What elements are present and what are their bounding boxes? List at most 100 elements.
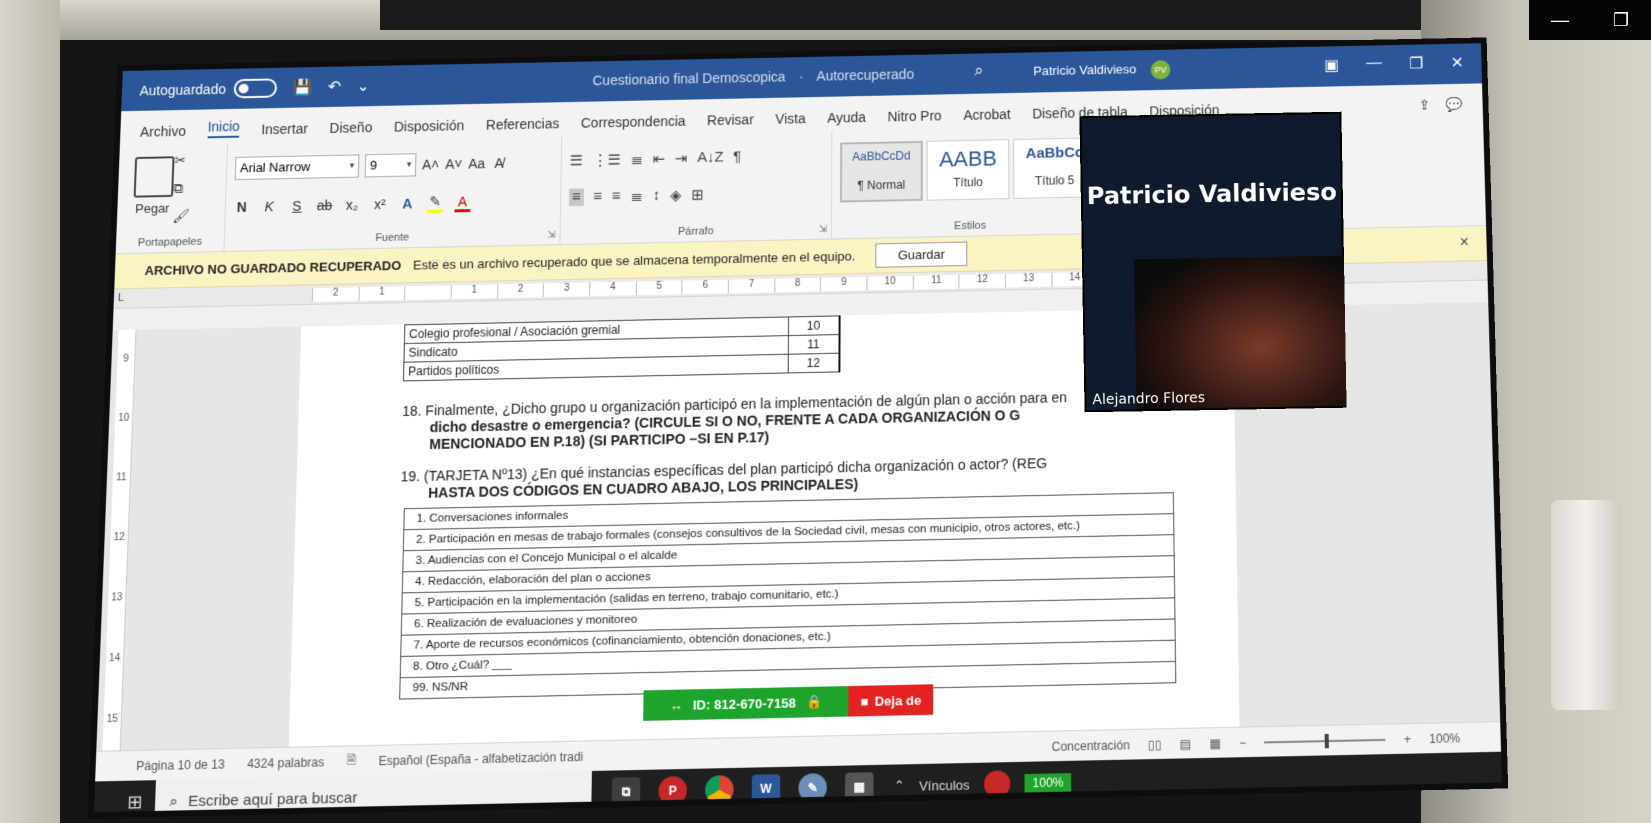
links-toolbar[interactable]: Vínculos <box>919 777 970 793</box>
font-dialog-launcher-icon[interactable]: ⇲ <box>547 230 555 241</box>
language-indicator[interactable]: Español (España - alfabetización tradi <box>378 749 583 768</box>
restore-window-icon[interactable]: ❐ <box>1409 54 1424 73</box>
word-icon[interactable]: W <box>752 774 781 803</box>
print-layout-icon[interactable]: ▤ <box>1180 736 1192 751</box>
shading-icon[interactable]: ◈ <box>670 186 682 204</box>
taskbar-search-placeholder: Escribe aquí para buscar <box>188 789 358 810</box>
superscript-button[interactable]: x² <box>372 196 388 212</box>
subscript-button[interactable]: x₂ <box>344 197 360 213</box>
ribbon-display-icon[interactable]: ▣ <box>1324 56 1339 75</box>
font-group: Arial Narrow ▾ 9 ▾ A˄ A˅ Aa A̸ N K S ab … <box>224 137 562 251</box>
undo-icon[interactable]: ↶ <box>328 77 342 96</box>
focus-mode-button[interactable]: Concentración <box>1052 738 1130 754</box>
font-size-select[interactable]: 9 ▾ <box>365 153 417 177</box>
tab-inicio[interactable]: Inicio <box>207 118 240 138</box>
sort-button[interactable]: A↓Z <box>697 149 723 167</box>
highlight-button[interactable]: ✎ <box>427 193 443 213</box>
tab-acrobat[interactable]: Acrobat <box>963 106 1010 122</box>
copy-icon[interactable]: ⧉ <box>173 180 191 197</box>
video-call-tile[interactable]: Patricio Valdivieso Alejandro Flores <box>1079 112 1346 413</box>
decrease-indent-icon[interactable]: ⇤ <box>653 150 666 168</box>
tab-diseno[interactable]: Diseño <box>329 120 372 136</box>
read-mode-icon[interactable]: ▯▯ <box>1148 737 1162 752</box>
paste-icon[interactable] <box>134 156 175 197</box>
zoom-out-icon[interactable]: − <box>1239 735 1246 749</box>
tray-expand-icon[interactable]: ⌃ <box>894 778 905 795</box>
tab-vista[interactable]: Vista <box>775 111 805 127</box>
font-name-select[interactable]: Arial Narrow ▾ <box>235 154 360 180</box>
borders-icon[interactable]: ⊞ <box>691 186 704 204</box>
close-icon[interactable]: × <box>1459 234 1469 252</box>
task-view-icon[interactable]: ⧉ <box>612 777 641 806</box>
show-marks-button[interactable]: ¶ <box>733 148 741 166</box>
bullets-icon[interactable]: ☰ <box>570 152 584 170</box>
text-effects-button[interactable]: A <box>399 196 415 212</box>
format-painter-icon[interactable]: 🖌 <box>172 208 190 225</box>
multilevel-list-icon[interactable]: ≣ <box>630 151 643 169</box>
lock-icon[interactable]: 🔒 <box>806 694 822 711</box>
battery-indicator[interactable]: 100% <box>1024 773 1071 792</box>
tab-disposicion[interactable]: Disposición <box>394 118 465 135</box>
restore-icon[interactable]: ❐ <box>1613 10 1629 31</box>
page-count[interactable]: Página 10 de 13 <box>136 757 225 773</box>
minimize-icon[interactable]: — <box>1551 10 1569 31</box>
shrink-font-button[interactable]: A˅ <box>445 156 463 172</box>
tab-insertar[interactable]: Insertar <box>261 121 308 137</box>
minimize-window-icon[interactable]: — <box>1366 55 1382 74</box>
tab-ayuda[interactable]: Ayuda <box>827 109 866 125</box>
style-normal[interactable]: AaBbCcDd ¶ Normal <box>840 141 923 203</box>
paint-icon[interactable]: ✎ <box>798 773 827 802</box>
save-button[interactable]: Guardar <box>875 242 968 268</box>
customize-toolbar-icon[interactable]: ⌄ <box>356 76 370 95</box>
zoom-level[interactable]: 100% <box>1429 731 1460 746</box>
italic-button[interactable]: K <box>261 199 277 215</box>
tab-stop-selector[interactable]: L <box>118 292 125 304</box>
numbering-icon[interactable]: ⋮☰ <box>593 151 621 169</box>
clear-format-icon[interactable]: A̸ <box>491 155 507 171</box>
taskbar-search[interactable]: ⌕ Escribe aquí para buscar <box>154 771 591 819</box>
comments-icon[interactable]: 💬 <box>1446 96 1464 113</box>
change-case-button[interactable]: Aa <box>468 156 485 172</box>
underline-button[interactable]: S <box>289 198 305 214</box>
share-icon[interactable]: ⇪ <box>1419 97 1431 114</box>
bold-button[interactable]: N <box>234 199 250 215</box>
tab-nitro-pro[interactable]: Nitro Pro <box>888 108 942 124</box>
style-titulo[interactable]: AABB Título <box>927 139 1010 201</box>
close-window-icon[interactable]: ✕ <box>1450 53 1464 72</box>
status-right: Concentración ▯▯ ▤ ▦ − + 100% <box>1052 731 1461 754</box>
word-count[interactable]: 4324 palabras <box>247 755 324 771</box>
cut-icon[interactable]: ✂ <box>174 152 192 169</box>
tab-referencias[interactable]: Referencias <box>486 116 560 133</box>
tab-correspondencia[interactable]: Correspondencia <box>581 113 686 131</box>
calculator-icon[interactable]: ▦ <box>845 772 873 801</box>
proofing-icon[interactable]: 🗎 <box>346 750 356 772</box>
organization-table: Colegio profesional / Asociación gremial… <box>403 315 841 381</box>
increase-indent-icon[interactable]: ⇥ <box>675 150 688 168</box>
save-icon[interactable]: 💾 <box>292 78 312 98</box>
pdf-app-icon[interactable]: P <box>658 776 687 805</box>
search-icon[interactable]: ⌕ <box>975 63 984 80</box>
autosave-toggle[interactable] <box>233 78 277 98</box>
justify-icon[interactable]: ≣ <box>630 187 643 205</box>
web-layout-icon[interactable]: ▦ <box>1209 736 1221 751</box>
chevron-down-icon: ▾ <box>350 160 355 171</box>
align-center-icon[interactable]: ≡ <box>593 188 602 206</box>
grow-font-button[interactable]: A˄ <box>422 157 440 173</box>
tab-revisar[interactable]: Revisar <box>707 112 754 128</box>
zoom-in-icon[interactable]: + <box>1404 732 1411 746</box>
zoom-slider[interactable] <box>1264 738 1385 743</box>
tray-app-icon[interactable] <box>984 770 1010 797</box>
paragraph-dialog-launcher-icon[interactable]: ⇲ <box>819 224 827 235</box>
stop-sharing-button[interactable]: ■ Deja de <box>848 684 933 716</box>
tab-archivo[interactable]: Archivo <box>140 123 186 139</box>
paragraph-row-1: ☰ ⋮☰ ≣ ⇤ ⇥ A↓Z ¶ <box>570 147 824 170</box>
align-right-icon[interactable]: ≡ <box>612 188 621 206</box>
windows-start-icon[interactable]: ⊞ <box>114 791 155 813</box>
align-left-icon[interactable]: ≡ <box>569 188 584 206</box>
chrome-icon[interactable] <box>705 775 734 804</box>
user-name[interactable]: Patricio Valdivieso <box>1033 62 1136 78</box>
line-spacing-icon[interactable]: ↕ <box>653 187 661 205</box>
font-color-button[interactable]: A <box>454 193 470 212</box>
user-avatar[interactable]: PV <box>1151 60 1171 80</box>
strikethrough-button[interactable]: ab <box>316 197 332 213</box>
